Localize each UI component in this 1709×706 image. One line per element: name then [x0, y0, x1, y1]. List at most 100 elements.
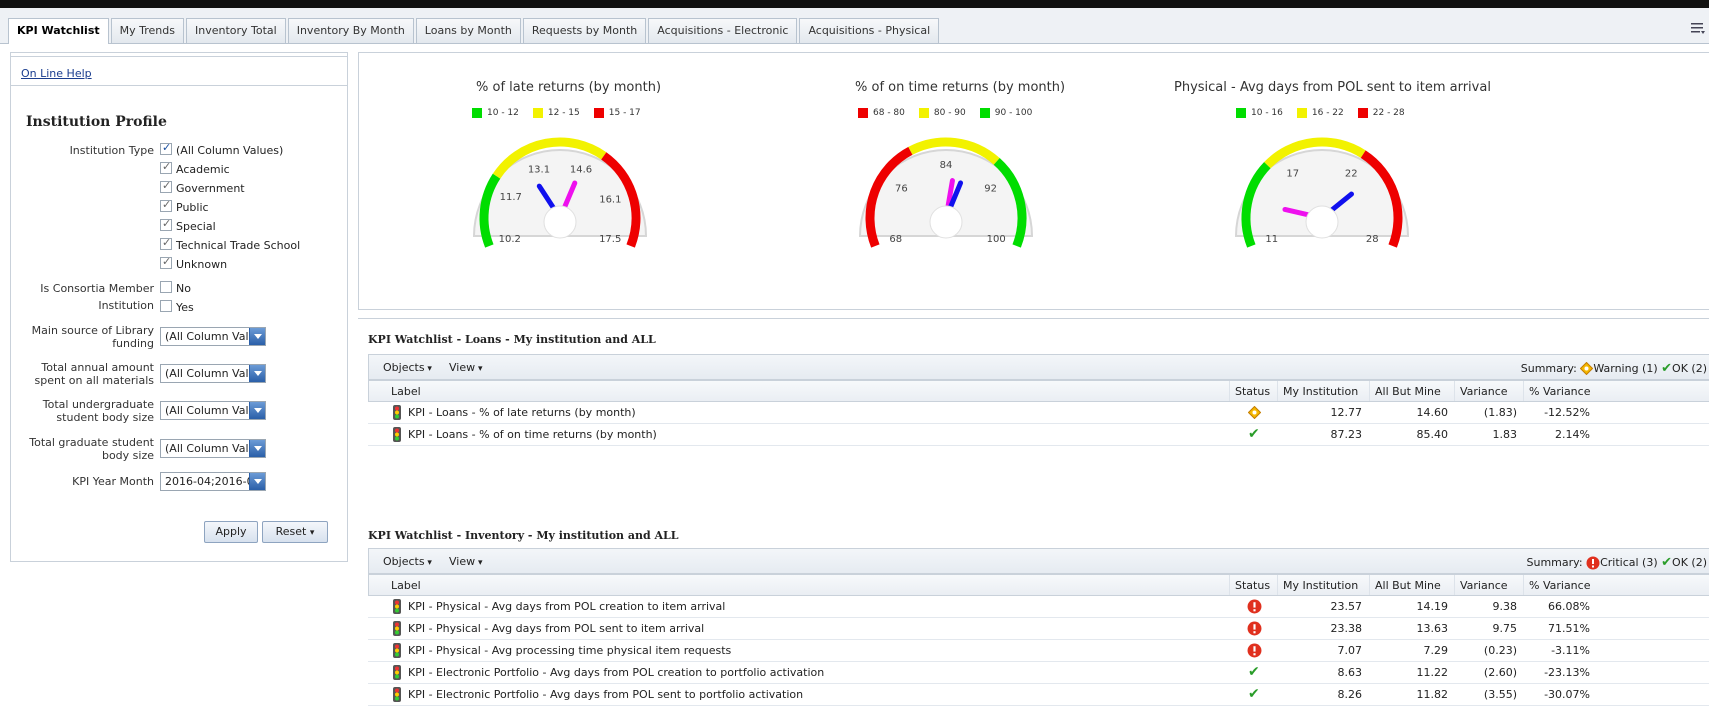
institution-type-checkbox-technical[interactable] — [160, 236, 172, 250]
table-row[interactable]: KPI - Electronic Portfolio - Avg days fr… — [368, 684, 1709, 706]
col-header-my-institution[interactable]: My Institution — [1283, 579, 1358, 592]
table-row[interactable]: KPI - Physical - Avg days from POL creat… — [368, 596, 1709, 618]
institution-type-checkbox-public[interactable] — [160, 198, 172, 212]
chevron-down-icon[interactable] — [249, 473, 265, 490]
gauge-2-legend: 68 - 80 80 - 90 90 - 100 — [858, 108, 1046, 118]
col-header-label[interactable]: Label — [391, 579, 421, 592]
institution-type-option-academic: Academic — [176, 163, 230, 176]
kpi-traffic-light-icon — [393, 643, 401, 658]
institution-type-checkbox-unknown[interactable] — [160, 255, 172, 269]
spent-select[interactable]: (All Column Value — [160, 364, 266, 383]
check-icon: ✔ — [1248, 426, 1260, 442]
row-label[interactable]: KPI - Physical - Avg days from POL creat… — [408, 600, 725, 613]
col-header-all-but-mine[interactable]: All But Mine — [1375, 579, 1441, 592]
grad-select[interactable]: (All Column Value — [160, 439, 266, 458]
gauge-hub — [1305, 205, 1339, 239]
apply-button[interactable]: Apply — [204, 521, 258, 543]
legend-label: 22 - 28 — [1372, 108, 1405, 118]
inventory-table-title: KPI Watchlist - Inventory - My instituti… — [368, 529, 679, 542]
row-my-institution: 7.07 — [1337, 644, 1363, 657]
online-help-link[interactable]: On Line Help — [21, 67, 92, 80]
inventory-view-menu[interactable]: View — [449, 555, 483, 568]
gauge-tick-label: 22 — [1345, 169, 1358, 180]
row-label[interactable]: KPI - Loans - % of late returns (by mont… — [408, 406, 636, 419]
tab-acquisitions-physical[interactable]: Acquisitions - Physical — [799, 18, 940, 43]
col-header-pct-variance[interactable]: % Variance — [1529, 579, 1590, 592]
inventory-summary-ok: OK (2) — [1672, 556, 1707, 569]
table-row[interactable]: KPI - Loans - % of on time returns (by m… — [368, 424, 1709, 446]
kpi-month-label: KPI Year Month — [72, 475, 154, 488]
chevron-down-icon[interactable] — [249, 402, 265, 419]
tab-loans-by-month[interactable]: Loans by Month — [415, 18, 521, 43]
tab-inventory-total[interactable]: Inventory Total — [185, 18, 286, 43]
loans-objects-menu[interactable]: Objects — [383, 361, 432, 374]
institution-type-checkbox-government[interactable] — [160, 179, 172, 193]
legend-swatch — [1357, 108, 1368, 118]
col-header-pct-variance[interactable]: % Variance — [1529, 385, 1590, 398]
col-header-all-but-mine[interactable]: All But Mine — [1375, 385, 1441, 398]
col-header-variance[interactable]: Variance — [1460, 385, 1508, 398]
tab-acquisitions-electronic[interactable]: Acquisitions - Electronic — [648, 18, 798, 43]
col-header-my-institution[interactable]: My Institution — [1283, 385, 1358, 398]
column-divider — [1523, 575, 1524, 595]
funding-select-value: (All Column Value — [165, 330, 263, 343]
consortia-checkbox-no[interactable] — [160, 281, 172, 293]
kpi-traffic-light-icon — [393, 687, 401, 702]
institution-type-checkbox-academic[interactable] — [160, 160, 172, 174]
row-pct-variance: -30.07% — [1544, 688, 1590, 701]
tab-requests-by-month[interactable]: Requests by Month — [522, 18, 647, 43]
consortia-label: Is Consortia Member Institution — [20, 282, 154, 312]
table-row[interactable]: KPI - Loans - % of late returns (by mont… — [368, 402, 1709, 424]
col-header-status[interactable]: Status — [1235, 579, 1270, 592]
row-variance: (3.55) — [1483, 688, 1517, 701]
row-label[interactable]: KPI - Electronic Portfolio - Avg days fr… — [408, 688, 803, 701]
spent-label-line2: spent on all materials — [34, 374, 154, 387]
tab-inventory-by-month[interactable]: Inventory By Month — [287, 18, 414, 43]
column-divider — [1523, 381, 1524, 401]
row-pct-variance: -12.52% — [1544, 406, 1590, 419]
loans-table-title: KPI Watchlist - Loans - My institution a… — [368, 333, 656, 346]
col-header-label[interactable]: Label — [391, 385, 421, 398]
chevron-down-icon[interactable] — [249, 328, 265, 345]
undergrad-select[interactable]: (All Column Value — [160, 401, 266, 420]
loans-toolbar: Objects View Summary: Warning (1) ✔ OK (… — [368, 354, 1709, 380]
column-divider — [1454, 575, 1455, 595]
legend-label: 10 - 16 — [1251, 108, 1283, 118]
loans-view-menu[interactable]: View — [449, 361, 483, 374]
row-label[interactable]: KPI - Electronic Portfolio - Avg days fr… — [408, 666, 824, 679]
funding-select[interactable]: (All Column Value — [160, 327, 266, 346]
row-all-but-mine: 14.19 — [1416, 600, 1449, 613]
institution-profile-title: Institution Profile — [26, 114, 167, 130]
institution-type-checkbox-special[interactable] — [160, 217, 172, 231]
gauge-3-legend-item: 10 - 16 — [1236, 108, 1283, 118]
col-header-status[interactable]: Status — [1235, 385, 1270, 398]
institution-type-checkbox-all[interactable] — [160, 141, 172, 155]
inventory-objects-menu[interactable]: Objects — [383, 555, 432, 568]
row-pct-variance: 2.14% — [1555, 428, 1590, 441]
loans-summary-prefix: Summary: — [1520, 362, 1577, 375]
row-label[interactable]: KPI - Loans - % of on time returns (by m… — [408, 428, 657, 441]
undergrad-label-line1: Total undergraduate — [42, 398, 154, 411]
chevron-down-icon[interactable] — [249, 365, 265, 382]
tab-kpi-watchlist[interactable]: KPI Watchlist — [8, 18, 109, 44]
row-label[interactable]: KPI - Physical - Avg days from POL sent … — [408, 622, 704, 635]
reset-button[interactable]: Reset ▾ — [262, 521, 328, 543]
tab-menu-icon[interactable] — [1691, 22, 1705, 34]
gauge-3-title: Physical - Avg days from POL sent to ite… — [1174, 80, 1491, 95]
gauge-1-legend: 10 - 12 12 - 15 15 - 17 — [472, 108, 655, 118]
row-label[interactable]: KPI - Physical - Avg processing time phy… — [408, 644, 731, 657]
institution-type-option-technical: Technical Trade School — [176, 239, 301, 252]
chevron-down-icon[interactable] — [249, 440, 265, 457]
col-header-variance[interactable]: Variance — [1460, 579, 1508, 592]
kpi-month-select[interactable]: 2016-04;2016-05 — [160, 472, 266, 491]
table-row[interactable]: KPI - Electronic Portfolio - Avg days fr… — [368, 662, 1709, 684]
consortia-checkbox-yes[interactable] — [160, 300, 172, 312]
table-row[interactable]: KPI - Physical - Avg processing time phy… — [368, 640, 1709, 662]
gauge-tick-label: 16.1 — [599, 194, 621, 205]
gauge-3-legend: 10 - 16 16 - 22 22 - 28 — [1236, 108, 1419, 118]
gauge-tick-label: 10.2 — [499, 234, 521, 245]
gauge-tick-label: 100 — [987, 234, 1006, 245]
table-row[interactable]: KPI - Physical - Avg days from POL sent … — [368, 618, 1709, 640]
gauge-tick-label: 68 — [889, 234, 902, 245]
tab-my-trends[interactable]: My Trends — [110, 18, 184, 43]
